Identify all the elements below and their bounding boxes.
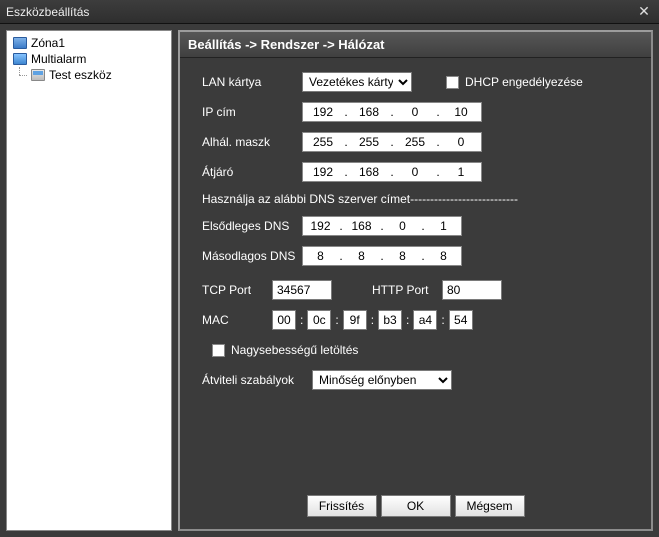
mac-part[interactable]: 9f (343, 310, 367, 330)
label-ip: IP cím (202, 105, 302, 119)
device-settings-window: Eszközbeállítás ✕ Zóna1 Multialarm Test … (0, 0, 659, 537)
transfer-policy-select[interactable]: Minőség előnyben (312, 370, 452, 390)
gateway-input[interactable]: 192. 168. 0. 1 (302, 162, 482, 182)
tcp-port-input[interactable] (272, 280, 332, 300)
mac-part[interactable]: b3 (378, 310, 402, 330)
label-transfer: Átviteli szabályok (202, 373, 312, 387)
button-bar: Frissítés OK Mégsem (180, 483, 651, 529)
titlebar: Eszközbeállítás ✕ (0, 0, 659, 24)
cancel-button[interactable]: Mégsem (455, 495, 525, 517)
highspeed-checkbox[interactable] (212, 344, 225, 357)
label-http: HTTP Port (372, 283, 442, 297)
mac-part[interactable]: 00 (272, 310, 296, 330)
dhcp-checkbox[interactable] (446, 76, 459, 89)
label-dns2: Másodlagos DNS (202, 249, 302, 263)
tree-item-multialarm[interactable]: Multialarm (9, 51, 169, 67)
device-tree: Zóna1 Multialarm Test eszköz (6, 30, 172, 531)
zone-icon (13, 37, 27, 49)
breadcrumb-text: Beállítás -> Rendszer -> Hálózat (188, 37, 385, 52)
tree-item-label: Zóna1 (31, 36, 65, 50)
close-icon[interactable]: ✕ (635, 3, 653, 21)
mac-part[interactable]: a4 (413, 310, 437, 330)
multialarm-icon (13, 53, 27, 65)
primary-dns-input[interactable]: 192. 168. 0. 1 (302, 216, 462, 236)
tree-item-zone[interactable]: Zóna1 (9, 35, 169, 51)
secondary-dns-input[interactable]: 8. 8. 8. 8 (302, 246, 462, 266)
label-highspeed: Nagysebességű letöltés (231, 343, 358, 357)
mac-part[interactable]: 0c (307, 310, 331, 330)
http-port-input[interactable] (442, 280, 502, 300)
tree-item-label: Test eszköz (49, 68, 112, 82)
ok-button[interactable]: OK (381, 495, 451, 517)
dns-section-label: Használja az alábbi DNS szerver címet---… (202, 192, 629, 206)
tree-item-device[interactable]: Test eszköz (9, 67, 169, 83)
breadcrumb: Beállítás -> Rendszer -> Hálózat (180, 32, 651, 58)
label-lan: LAN kártya (202, 75, 302, 89)
device-icon (31, 69, 45, 81)
lan-card-select[interactable]: Vezetékes kárty (302, 72, 412, 92)
mac-part[interactable]: 54 (449, 310, 473, 330)
label-mac: MAC (202, 313, 272, 327)
ip-address-input[interactable]: 192. 168. 0. 10 (302, 102, 482, 122)
label-subnet: Alhál. maszk (202, 135, 302, 149)
label-gateway: Átjáró (202, 165, 302, 179)
label-dhcp: DHCP engedélyezése (465, 75, 583, 89)
main-panel: Beállítás -> Rendszer -> Hálózat LAN kár… (178, 30, 653, 531)
window-title: Eszközbeállítás (6, 5, 89, 19)
refresh-button[interactable]: Frissítés (307, 495, 377, 517)
label-dns1: Elsődleges DNS (202, 219, 302, 233)
window-body: Zóna1 Multialarm Test eszköz Beállítás -… (0, 24, 659, 537)
network-form: LAN kártya Vezetékes kárty DHCP engedély… (180, 58, 651, 483)
subnet-mask-input[interactable]: 255. 255. 255. 0 (302, 132, 482, 152)
label-tcp: TCP Port (202, 283, 272, 297)
tree-item-label: Multialarm (31, 52, 86, 66)
